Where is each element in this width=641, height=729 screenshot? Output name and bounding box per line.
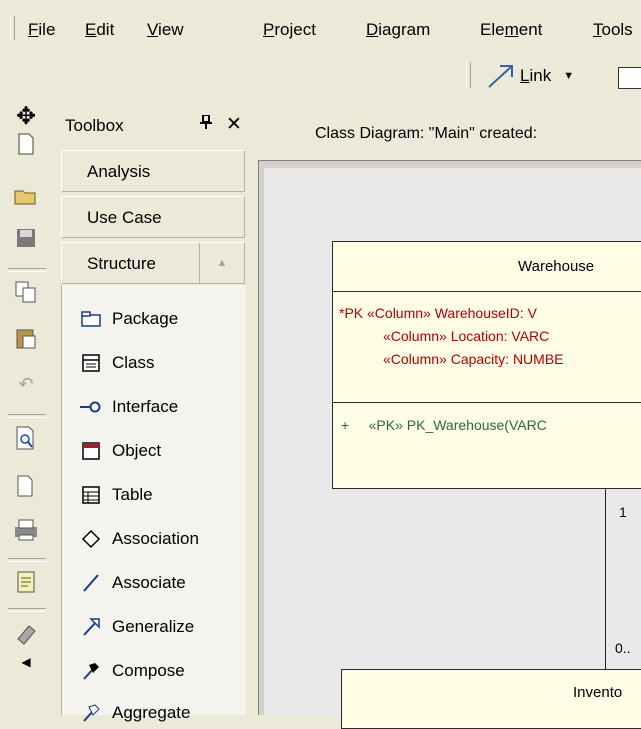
multiplicity-bottom: 0.. [615, 640, 631, 656]
menu-diagram[interactable]: Diagram [366, 20, 430, 40]
new-icon[interactable] [14, 132, 38, 156]
menu-project[interactable]: Project [263, 20, 316, 40]
generalize-icon [80, 616, 102, 638]
toolbox-item-generalize[interactable]: Generalize [80, 613, 194, 641]
association-connector[interactable] [605, 489, 606, 669]
compartment-divider [333, 291, 641, 292]
toolbar-separator [8, 414, 46, 418]
page-icon[interactable] [14, 474, 38, 498]
standard-toolbar: ✥ ↶ ◀ [0, 102, 55, 715]
close-icon[interactable]: ✕ [226, 113, 242, 136]
open-folder-icon[interactable] [14, 184, 38, 208]
aggregate-icon [80, 702, 102, 724]
toolbox-item-label: Generalize [112, 617, 195, 636]
toolbox-item-label: Table [112, 485, 153, 504]
menu-element[interactable]: Element [480, 20, 542, 40]
toolbox-titlebar: Toolbox ✕ [58, 110, 248, 144]
copy-icon[interactable] [14, 280, 38, 304]
toolbox-category-structure[interactable]: Structure ▲ [61, 242, 245, 284]
print-icon[interactable] [14, 518, 38, 542]
category-label: Structure [87, 254, 156, 273]
move-icon[interactable]: ✥ [14, 103, 38, 130]
toolbox-panel: Toolbox ✕ Analysis Use Case Structure ▲ … [58, 110, 248, 722]
toolbox-item-object[interactable]: Object [80, 437, 161, 465]
compartment-divider [333, 402, 641, 403]
notes-icon[interactable] [14, 570, 38, 594]
toolbox-category-use-case[interactable]: Use Case [61, 196, 245, 238]
category-label: Analysis [87, 162, 151, 181]
element-box-button[interactable] [618, 67, 641, 89]
menu-file[interactable]: File [28, 20, 55, 40]
menu-edit[interactable]: Edit [85, 20, 114, 40]
association-icon [80, 528, 102, 550]
toolbox-item-label: Package [112, 309, 179, 328]
link-button[interactable]: Link ▼ [486, 62, 574, 90]
table-icon [80, 484, 102, 506]
compose-icon [80, 660, 102, 682]
toolbox-item-interface[interactable]: Interface [80, 393, 178, 421]
interface-icon [80, 396, 102, 418]
print-preview-icon[interactable] [14, 426, 38, 450]
paste-icon[interactable] [14, 326, 38, 350]
class-icon [80, 352, 102, 374]
scroll-up-icon[interactable]: ▲ [199, 243, 244, 283]
menubar-grip[interactable] [10, 16, 15, 40]
link-label: Link [520, 66, 552, 85]
link-arrow-icon [488, 65, 513, 88]
multiplicity-top: 1 [619, 504, 627, 520]
menu-bar: File Edit View Project Diagram Element T… [0, 0, 641, 56]
warehouse-class-box[interactable]: Warehouse *PK «Column» WarehouseID: V «C… [332, 241, 641, 489]
toolbar-separator [8, 268, 46, 272]
toolbox-item-list: Package Class Interface Object Table Ass… [61, 285, 246, 722]
toolbox-category-analysis[interactable]: Analysis [61, 150, 245, 192]
class-name: Invento [573, 684, 623, 701]
diagram-toolbar: Link ▼ [0, 56, 641, 102]
menu-view[interactable]: View [147, 20, 184, 40]
toolbox-item-class[interactable]: Class [80, 349, 155, 377]
diagram-header: Class Diagram: "Main" created: [258, 110, 641, 160]
pin-icon[interactable] [200, 114, 212, 133]
package-icon [80, 308, 102, 330]
arrow-left-icon[interactable]: ◀ [14, 650, 38, 674]
toolbar-grip[interactable] [466, 62, 471, 88]
object-icon [80, 440, 102, 462]
save-icon[interactable] [14, 226, 38, 250]
class-operation: + «PK» PK_Warehouse(VARC [341, 417, 547, 433]
toolbox-item-label: Compose [112, 661, 185, 680]
toolbox-item-association[interactable]: Association [80, 525, 199, 553]
toolbox-item-label: Interface [112, 397, 179, 416]
menu-tools[interactable]: Tools [593, 20, 633, 40]
toolbox-title: Toolbox [65, 116, 124, 135]
toolbox-item-label: Associate [112, 573, 186, 592]
category-label: Use Case [87, 208, 162, 227]
toolbox-item-label: Object [112, 441, 162, 460]
book-icon[interactable] [14, 622, 38, 646]
toolbox-item-label: Class [112, 353, 155, 372]
class-name: Warehouse [518, 258, 595, 275]
toolbox-item-label: Association [112, 529, 199, 548]
toolbox-item-label: Aggregate [112, 703, 191, 722]
toolbar-separator [8, 608, 46, 612]
class-attribute: «Column» Location: VARC [383, 328, 550, 344]
inventory-class-box[interactable]: Invento [341, 669, 641, 729]
toolbox-item-aggregate[interactable]: Aggregate [80, 699, 190, 727]
link-dropdown-icon[interactable]: ▼ [563, 70, 574, 82]
toolbox-item-compose[interactable]: Compose [80, 657, 185, 685]
toolbar-separator [8, 558, 46, 562]
toolbox-item-associate[interactable]: Associate [80, 569, 186, 597]
class-attribute: *PK «Column» WarehouseID: V [339, 305, 537, 321]
undo-icon[interactable]: ↶ [14, 372, 38, 396]
class-attribute: «Column» Capacity: NUMBE [383, 351, 564, 367]
associate-icon [80, 572, 102, 594]
diagram-header-text: Class Diagram: "Main" created: [315, 125, 538, 142]
toolbox-item-package[interactable]: Package [80, 305, 178, 333]
toolbox-item-table[interactable]: Table [80, 481, 153, 509]
